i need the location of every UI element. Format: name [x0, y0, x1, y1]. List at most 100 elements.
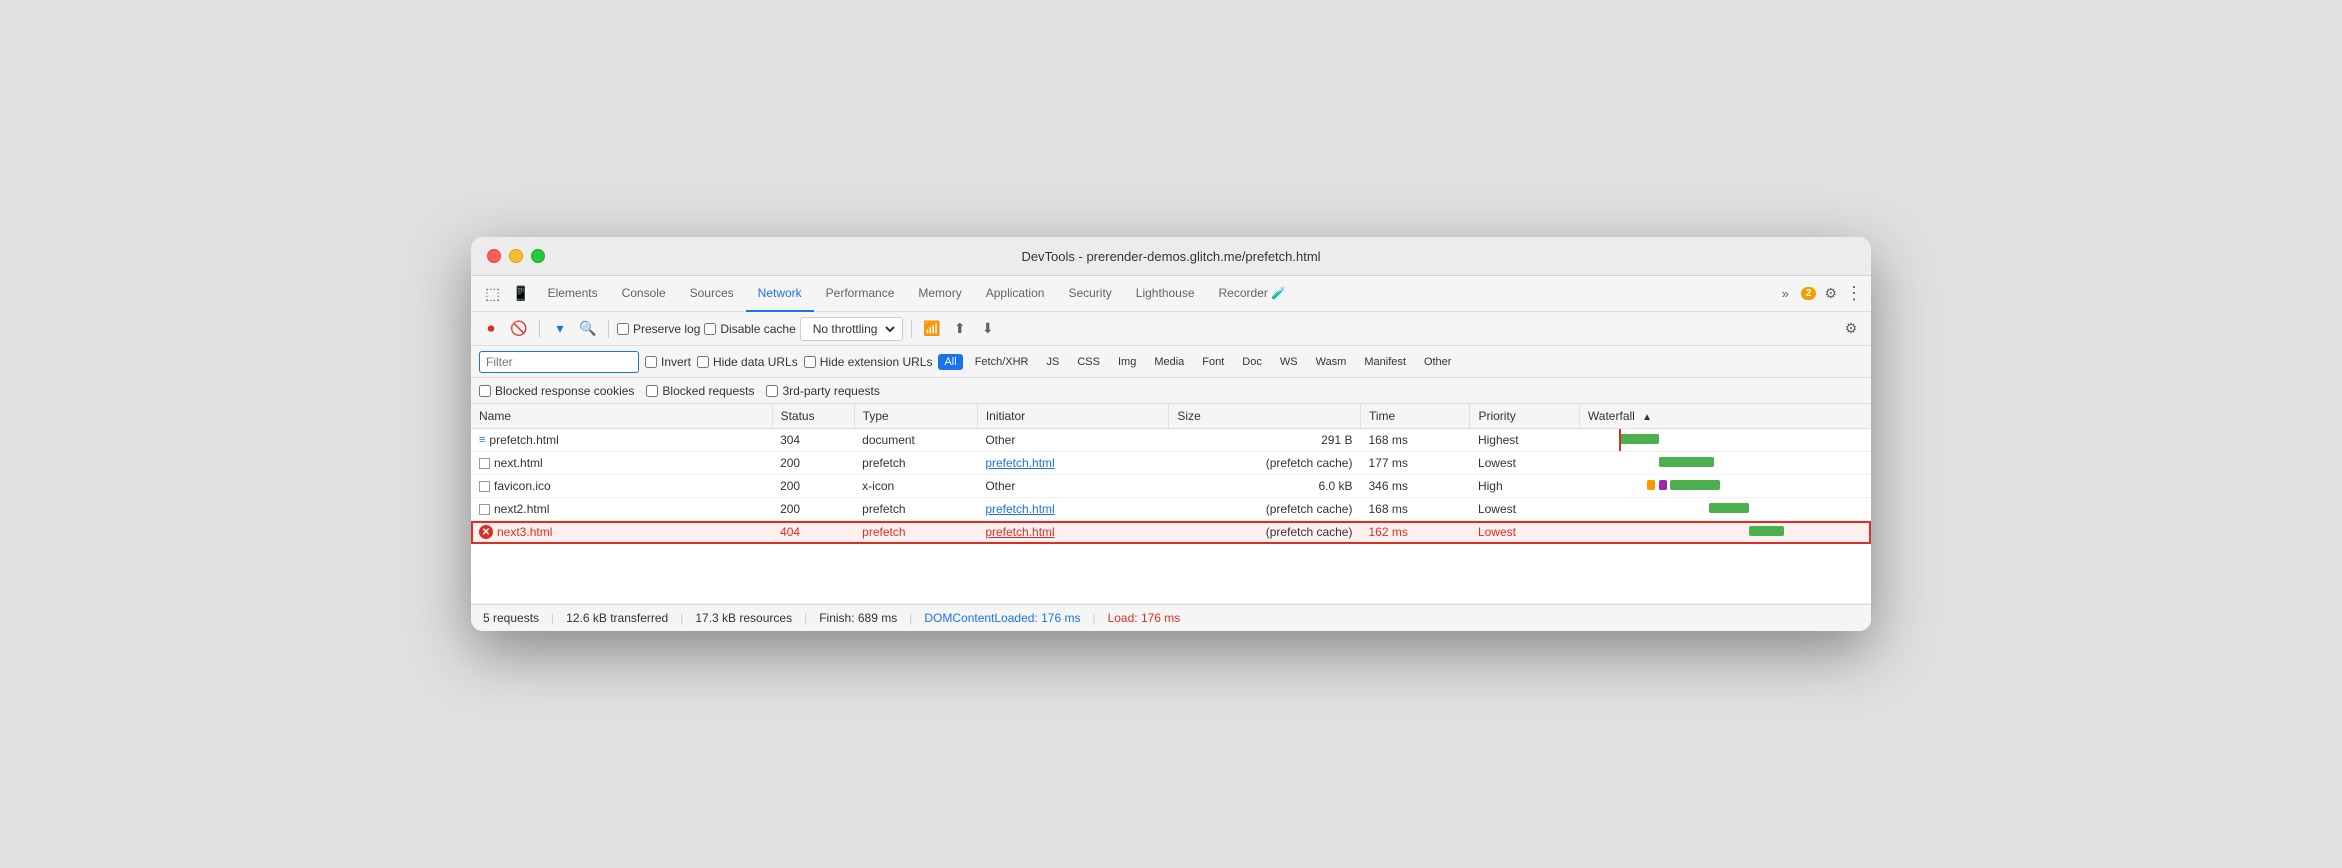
status-dom-loaded: DOMContentLoaded: 176 ms — [924, 611, 1080, 625]
traffic-lights — [487, 249, 545, 263]
preserve-log-checkbox[interactable] — [617, 323, 629, 335]
filter-type-doc[interactable]: Doc — [1236, 354, 1268, 370]
blocked-cookies-checkbox[interactable] — [479, 385, 491, 397]
separator-2 — [608, 320, 609, 338]
third-party-label[interactable]: 3rd-party requests — [766, 384, 879, 398]
tab-elements[interactable]: Elements — [536, 276, 610, 312]
waterfall-bar-5 — [1749, 526, 1784, 536]
tab-network[interactable]: Network — [746, 276, 814, 312]
preserve-log-label[interactable]: Preserve log — [617, 322, 700, 336]
table-row[interactable]: favicon.ico 200 x-icon Other 6.0 kB 346 … — [471, 475, 1871, 498]
checkbox-icon — [479, 481, 490, 492]
filter-type-ws[interactable]: WS — [1274, 354, 1304, 370]
notification-badge: 2 — [1801, 287, 1817, 300]
filter-type-manifest[interactable]: Manifest — [1358, 354, 1412, 370]
filter-icon[interactable]: ▾ — [548, 317, 572, 341]
waterfall-bar-3c — [1670, 480, 1720, 490]
more-tabs-button[interactable]: » — [1778, 286, 1793, 301]
cell-time: 168 ms — [1360, 498, 1469, 521]
third-party-checkbox[interactable] — [766, 385, 778, 397]
settings-icon[interactable]: ⚙ — [1824, 285, 1837, 302]
invert-checkbox[interactable] — [645, 356, 657, 368]
status-load: Load: 176 ms — [1108, 611, 1181, 625]
filter-type-font[interactable]: Font — [1196, 354, 1230, 370]
download-icon[interactable]: ⬇ — [976, 317, 1000, 341]
table-row[interactable]: next2.html 200 prefetch prefetch.html (p… — [471, 498, 1871, 521]
blocked-requests-checkbox[interactable] — [646, 385, 658, 397]
col-priority[interactable]: Priority — [1470, 404, 1579, 429]
upload-icon[interactable]: ⬆ — [948, 317, 972, 341]
blocked-cookies-label[interactable]: Blocked response cookies — [479, 384, 634, 398]
search-button[interactable]: 🔍 — [576, 317, 600, 341]
cell-name: ✕ next3.html — [471, 521, 772, 544]
tab-sources[interactable]: Sources — [678, 276, 746, 312]
filter-type-img[interactable]: Img — [1112, 354, 1142, 370]
waterfall-bar-3a — [1647, 480, 1655, 490]
cell-status: 304 — [772, 429, 854, 452]
minimize-button[interactable] — [509, 249, 523, 263]
hide-data-urls-checkbox[interactable] — [697, 356, 709, 368]
initiator-link[interactable]: prefetch.html — [985, 502, 1054, 516]
table-row[interactable]: ≡ prefetch.html 304 document Other 291 B… — [471, 429, 1871, 452]
cell-type: prefetch — [854, 498, 977, 521]
device-icon[interactable]: 📱 — [506, 285, 535, 302]
cell-initiator: Other — [977, 429, 1169, 452]
blocked-requests-label[interactable]: Blocked requests — [646, 384, 754, 398]
initiator-link[interactable]: prefetch.html — [985, 456, 1054, 470]
col-status[interactable]: Status — [772, 404, 854, 429]
col-waterfall[interactable]: Waterfall ▲ — [1579, 404, 1871, 429]
wifi-icon[interactable]: 📶 — [920, 317, 944, 341]
cell-size: 6.0 kB — [1169, 475, 1361, 498]
waterfall-bar-2 — [1659, 457, 1714, 467]
network-settings-icon[interactable]: ⚙ — [1839, 317, 1863, 341]
col-type[interactable]: Type — [854, 404, 977, 429]
cell-waterfall — [1579, 521, 1871, 544]
tab-lighthouse[interactable]: Lighthouse — [1124, 276, 1207, 312]
filter-type-all[interactable]: All — [938, 354, 962, 370]
initiator-link-error[interactable]: prefetch.html — [985, 525, 1054, 539]
tab-performance[interactable]: Performance — [814, 276, 907, 312]
filter-type-media[interactable]: Media — [1148, 354, 1190, 370]
separator-1 — [539, 320, 540, 338]
cell-type: document — [854, 429, 977, 452]
more-options-icon[interactable]: ⋮ — [1845, 283, 1863, 304]
disable-cache-checkbox[interactable] — [704, 323, 716, 335]
devtools-window: DevTools - prerender-demos.glitch.me/pre… — [471, 237, 1871, 631]
filter-input[interactable] — [479, 351, 639, 373]
cell-initiator: Other — [977, 475, 1169, 498]
cell-status: 404 — [772, 521, 854, 544]
filter-type-fetch[interactable]: Fetch/XHR — [969, 354, 1035, 370]
cell-waterfall — [1579, 429, 1871, 452]
filter-type-css[interactable]: CSS — [1071, 354, 1106, 370]
throttle-select[interactable]: No throttling Fast 3G Slow 3G — [805, 319, 898, 339]
table-row-error[interactable]: ✕ next3.html 404 prefetch prefetch.html … — [471, 521, 1871, 544]
disable-cache-label[interactable]: Disable cache — [704, 322, 795, 336]
cell-name: favicon.ico — [471, 475, 772, 498]
cell-status: 200 — [772, 475, 854, 498]
col-initiator[interactable]: Initiator — [977, 404, 1169, 429]
filter-type-wasm[interactable]: Wasm — [1310, 354, 1353, 370]
maximize-button[interactable] — [531, 249, 545, 263]
tab-console[interactable]: Console — [610, 276, 678, 312]
col-time[interactable]: Time — [1360, 404, 1469, 429]
tab-application[interactable]: Application — [974, 276, 1057, 312]
hide-data-urls-label[interactable]: Hide data URLs — [697, 355, 798, 369]
hide-ext-urls-label[interactable]: Hide extension URLs — [804, 355, 933, 369]
tab-recorder[interactable]: Recorder 🧪 — [1207, 276, 1299, 312]
clear-button[interactable]: 🚫 — [507, 317, 531, 341]
hide-ext-urls-checkbox[interactable] — [804, 356, 816, 368]
col-size[interactable]: Size — [1169, 404, 1361, 429]
cell-priority: Lowest — [1470, 452, 1579, 475]
sort-arrow: ▲ — [1642, 412, 1652, 423]
inspect-icon[interactable]: ⬚ — [479, 284, 506, 304]
record-button[interactable]: ⏺ — [479, 317, 503, 341]
tab-memory[interactable]: Memory — [906, 276, 973, 312]
tab-security[interactable]: Security — [1056, 276, 1123, 312]
close-button[interactable] — [487, 249, 501, 263]
filter-type-js[interactable]: JS — [1041, 354, 1066, 370]
table-row[interactable]: next.html 200 prefetch prefetch.html (pr… — [471, 452, 1871, 475]
filter-type-other[interactable]: Other — [1418, 354, 1458, 370]
col-name[interactable]: Name — [471, 404, 772, 429]
title-bar: DevTools - prerender-demos.glitch.me/pre… — [471, 237, 1871, 276]
invert-label[interactable]: Invert — [645, 355, 691, 369]
